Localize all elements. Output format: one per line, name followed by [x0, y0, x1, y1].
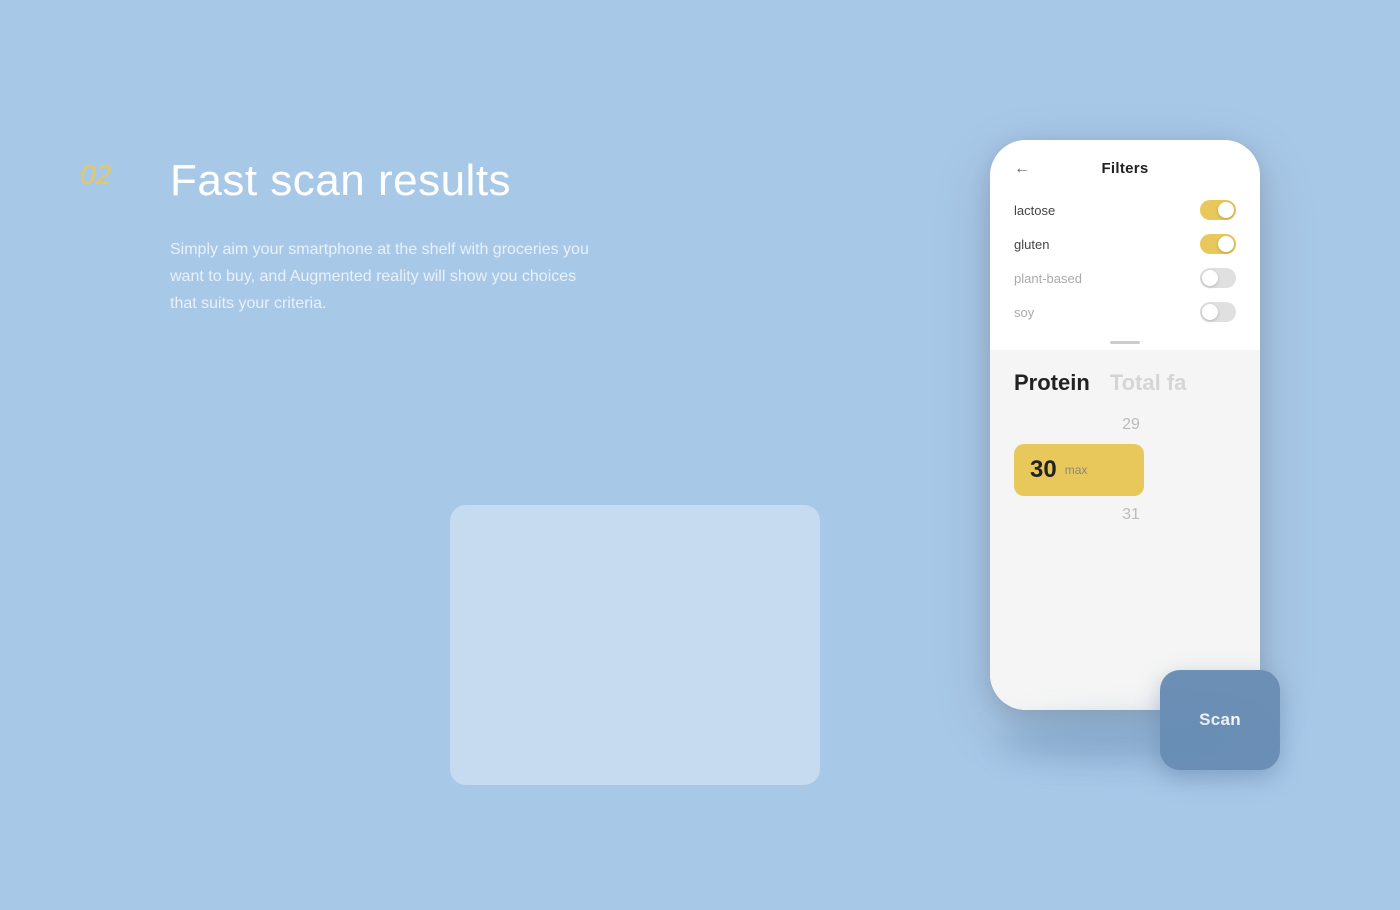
value-above: 29 — [1014, 412, 1236, 438]
section-number: 02 — [80, 159, 111, 191]
filters-header: ← Filters — [1014, 160, 1236, 177]
tab-protein[interactable]: Protein — [1014, 370, 1090, 396]
toggle-plant-based[interactable] — [1200, 268, 1236, 288]
nutrition-tabs: Protein Total fa — [1014, 370, 1236, 396]
toggle-knob-plant-based — [1202, 270, 1218, 286]
toggle-knob-soy — [1202, 304, 1218, 320]
nutrition-panel: Protein Total fa 29 30 max 31 — [990, 350, 1260, 710]
filter-row-plant-based: plant-based — [1014, 261, 1236, 295]
filters-panel: ← Filters lactose gluten plant-ba — [990, 140, 1260, 350]
filter-label-gluten: gluten — [1014, 237, 1049, 252]
section-title: Fast scan results — [170, 155, 511, 208]
value-selector: 29 30 max 31 — [1014, 412, 1236, 528]
value-number: 30 — [1030, 456, 1057, 484]
left-content-area: 02 Fast scan results Simply aim your sma… — [80, 155, 660, 317]
scroll-indicator — [1110, 341, 1140, 344]
toggle-gluten[interactable] — [1200, 234, 1236, 254]
tab-total-fat[interactable]: Total fa — [1110, 370, 1187, 396]
toggle-soy[interactable] — [1200, 302, 1236, 322]
toggle-lactose[interactable] — [1200, 200, 1236, 220]
phone-screen: ← Filters lactose gluten plant-ba — [990, 140, 1260, 710]
filter-row-soy: soy — [1014, 295, 1236, 329]
toggle-knob-gluten — [1218, 236, 1234, 252]
filter-row-gluten: gluten — [1014, 227, 1236, 261]
phone-frame: ← Filters lactose gluten plant-ba — [990, 140, 1260, 710]
phone-mockup: ← Filters lactose gluten plant-ba — [990, 140, 1260, 740]
filter-label-lactose: lactose — [1014, 203, 1055, 218]
value-below: 31 — [1014, 502, 1236, 528]
value-selected[interactable]: 30 max — [1014, 444, 1144, 496]
filters-title: Filters — [1101, 160, 1148, 177]
phone-shadow — [1000, 720, 1250, 760]
background-card — [450, 505, 820, 785]
filter-row-lactose: lactose — [1014, 193, 1236, 227]
filter-label-soy: soy — [1014, 305, 1034, 320]
toggle-knob-lactose — [1218, 202, 1234, 218]
back-button[interactable]: ← — [1014, 160, 1030, 178]
value-max-label: max — [1065, 463, 1088, 477]
section-description: Simply aim your smartphone at the shelf … — [170, 236, 590, 318]
filter-label-plant-based: plant-based — [1014, 271, 1082, 286]
